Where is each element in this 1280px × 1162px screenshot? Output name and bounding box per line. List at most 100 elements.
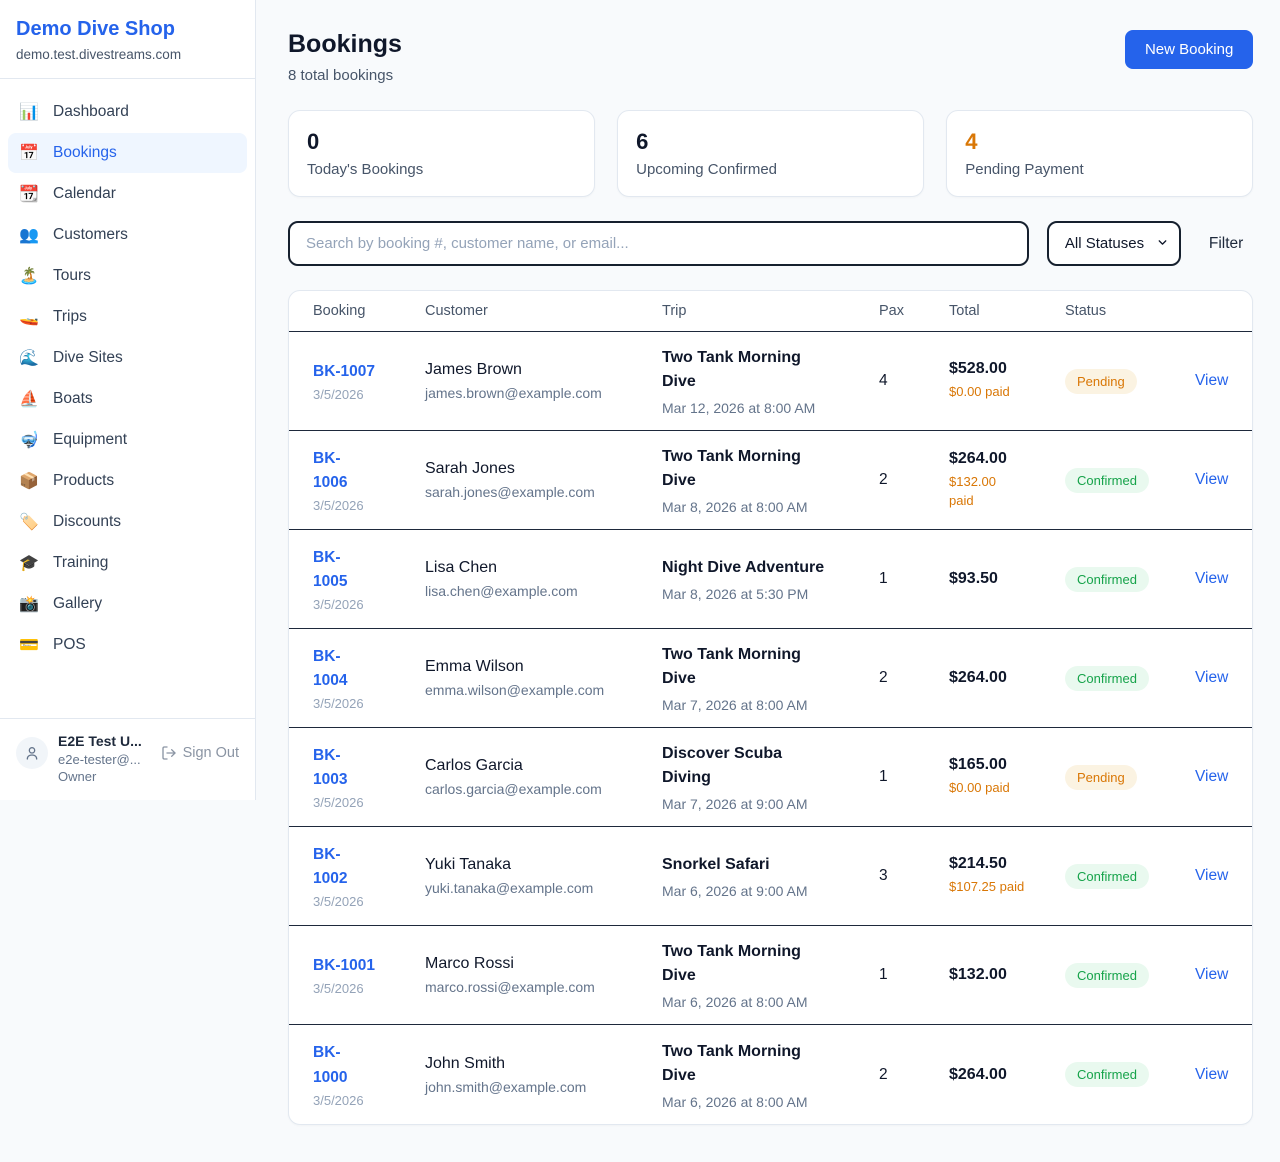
trip-name: Two Tank Morning Dive — [662, 445, 879, 493]
trip-datetime: Mar 12, 2026 at 8:00 AM — [662, 400, 879, 416]
tag-icon: 🏷️ — [18, 512, 40, 532]
filter-button[interactable]: Filter — [1199, 227, 1253, 261]
sidebar-item-training[interactable]: 🎓Training — [8, 543, 247, 583]
sidebar-item-label: Customers — [53, 226, 128, 244]
package-icon: 📦 — [18, 471, 40, 491]
app-root: Demo Dive Shop demo.test.divestreams.com… — [0, 0, 1280, 1162]
table-body: BK-10073/5/2026James Brownjames.brown@ex… — [289, 332, 1252, 1124]
stat-label: Pending Payment — [965, 161, 1234, 178]
booking-cell: BK- 10063/5/2026 — [313, 447, 425, 513]
trip-cell: Two Tank Morning DiveMar 8, 2026 at 8:00… — [662, 445, 879, 515]
booking-cell: BK- 10053/5/2026 — [313, 546, 425, 612]
sidebar-item-discounts[interactable]: 🏷️ Discounts — [8, 502, 247, 542]
sidebar-header: Demo Dive Shop demo.test.divestreams.com — [0, 0, 255, 79]
booking-id-link[interactable]: BK- 1005 — [313, 549, 347, 590]
status-select[interactable]: All Statuses — [1047, 221, 1181, 266]
view-link[interactable]: View — [1195, 372, 1228, 390]
search-input[interactable] — [288, 221, 1029, 266]
main-content: Bookings 8 total bookings New Booking 0T… — [256, 0, 1280, 1162]
sidebar-item-bookings[interactable]: 📅Bookings — [8, 133, 247, 173]
new-booking-button[interactable]: New Booking — [1125, 30, 1253, 69]
customer-email: marco.rossi@example.com — [425, 979, 662, 995]
total-amount: $165.00 — [949, 756, 1065, 774]
status-cell: Confirmed — [1065, 567, 1195, 592]
view-link[interactable]: View — [1195, 768, 1228, 786]
sidebar-item-calendar[interactable]: 📆Calendar — [8, 174, 247, 214]
customer-cell: Emma Wilsonemma.wilson@example.com — [425, 658, 662, 698]
table-row: BK- 10043/5/2026Emma Wilsonemma.wilson@e… — [289, 629, 1252, 728]
customer-email: lisa.chen@example.com — [425, 583, 662, 599]
trip-cell: Two Tank Morning DiveMar 6, 2026 at 8:00… — [662, 940, 879, 1010]
booking-id-link[interactable]: BK-1007 — [313, 363, 375, 380]
sidebar-item-label: Discounts — [53, 513, 121, 531]
booking-id-link[interactable]: BK- 1006 — [313, 450, 347, 491]
stat-value: 6 — [636, 129, 905, 155]
sidebar-item-customers[interactable]: 👥Customers — [8, 215, 247, 255]
booking-cell: BK- 10023/5/2026 — [313, 843, 425, 909]
view-link[interactable]: View — [1195, 867, 1228, 885]
pax-count: 3 — [879, 867, 949, 885]
pax-count: 2 — [879, 1066, 949, 1084]
view-link[interactable]: View — [1195, 966, 1228, 984]
sidebar-item-boats[interactable]: ⛵Boats — [8, 379, 247, 419]
sidebar-item-trips[interactable]: 🚤Trips — [8, 297, 247, 337]
total-cell: $214.50$107.25 paid — [949, 855, 1065, 897]
trip-datetime: Mar 7, 2026 at 9:00 AM — [662, 796, 879, 812]
sign-out-label: Sign Out — [183, 745, 239, 761]
view-link[interactable]: View — [1195, 669, 1228, 687]
view-link[interactable]: View — [1195, 471, 1228, 489]
booking-id-link[interactable]: BK- 1002 — [313, 846, 347, 887]
total-amount: $93.50 — [949, 570, 1065, 588]
sidebar-item-label: Tours — [53, 267, 91, 285]
sign-out-button[interactable]: Sign Out — [161, 745, 239, 761]
total-cell: $165.00 $0.00 paid — [949, 756, 1065, 798]
trip-cell: Snorkel SafariMar 6, 2026 at 9:00 AM — [662, 853, 879, 899]
stat-card-today-s-bookings: 0Today's Bookings — [288, 110, 595, 197]
booking-date: 3/5/2026 — [313, 387, 425, 402]
sidebar-item-label: Gallery — [53, 595, 102, 613]
sidebar-item-tours[interactable]: 🏝️Tours — [8, 256, 247, 296]
sidebar-item-dive-sites[interactable]: 🌊Dive Sites — [8, 338, 247, 378]
status-cell: Pending — [1065, 765, 1195, 790]
paid-amount: $0.00 paid — [949, 779, 1065, 798]
trip-cell: Discover Scuba DivingMar 7, 2026 at 9:00… — [662, 742, 879, 812]
status-cell: Confirmed — [1065, 666, 1195, 691]
table-row: BK- 10003/5/2026John Smithjohn.smith@exa… — [289, 1025, 1252, 1124]
total-cell: $264.00 — [949, 669, 1065, 687]
view-link[interactable]: View — [1195, 570, 1228, 588]
customer-email: emma.wilson@example.com — [425, 682, 662, 698]
booking-id-link[interactable]: BK-1001 — [313, 957, 375, 974]
sidebar-item-label: Boats — [53, 390, 93, 408]
pax-count: 4 — [879, 372, 949, 390]
booking-id-link[interactable]: BK- 1003 — [313, 747, 347, 788]
user-icon — [24, 745, 40, 761]
table-row: BK- 10023/5/2026Yuki Tanakayuki.tanaka@e… — [289, 827, 1252, 926]
column-header-pax: Pax — [879, 303, 949, 319]
camera-icon: 📸 — [18, 594, 40, 614]
sidebar-item-label: POS — [53, 636, 86, 654]
sidebar-item-gallery[interactable]: 📸 Gallery — [8, 584, 247, 624]
trip-name: Two Tank Morning Dive — [662, 643, 879, 691]
sidebar-item-equipment[interactable]: 🤿Equipment — [8, 420, 247, 460]
pax-count: 2 — [879, 669, 949, 687]
stat-label: Upcoming Confirmed — [636, 161, 905, 178]
sidebar-item-label: Training — [53, 554, 108, 572]
booking-id-link[interactable]: BK- 1000 — [313, 1044, 347, 1085]
page-header: Bookings 8 total bookings New Booking — [288, 30, 1253, 84]
sidebar-item-dashboard[interactable]: 📊Dashboard — [8, 92, 247, 132]
trip-datetime: Mar 8, 2026 at 5:30 PM — [662, 586, 879, 602]
total-cell: $132.00 — [949, 966, 1065, 984]
sidebar-item-products[interactable]: 📦Products — [8, 461, 247, 501]
sidebar-item-label: Equipment — [53, 431, 127, 449]
total-cell: $93.50 — [949, 570, 1065, 588]
booking-id-link[interactable]: BK- 1004 — [313, 648, 347, 689]
status-cell: Pending — [1065, 369, 1195, 394]
sidebar-nav: 📊Dashboard📅Bookings📆Calendar👥Customers🏝️… — [0, 79, 255, 718]
view-link[interactable]: View — [1195, 1066, 1228, 1084]
trip-name: Two Tank Morning Dive — [662, 1040, 879, 1088]
trip-name: Snorkel Safari — [662, 853, 879, 877]
sidebar-item-pos[interactable]: 💳POS — [8, 625, 247, 665]
paid-amount: $107.25 paid — [949, 878, 1065, 897]
filter-row: All Statuses Filter — [288, 221, 1253, 266]
booking-date: 3/5/2026 — [313, 1093, 425, 1108]
